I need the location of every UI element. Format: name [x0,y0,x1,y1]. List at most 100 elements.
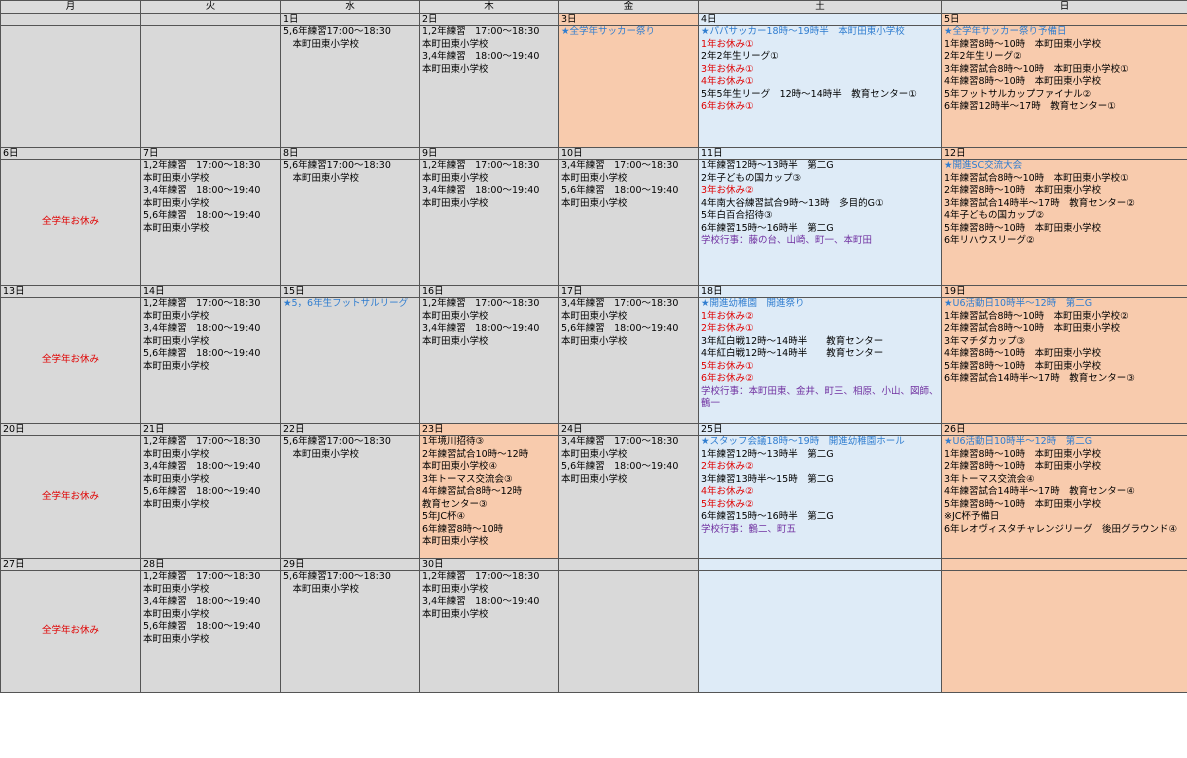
day-number: 26日 [941,423,1187,436]
event-line: 3,4年練習 18:00～19:40 [143,185,261,196]
event-line: 3年トーマス交流会③ [422,473,513,485]
event-line: 2年練習試合8時～10時 本町田東小学校 [944,323,1121,334]
day-cell: ★パパサッカー18時～19時半 本町田東小学校 1年お休み① 2年2年生リーグ① 3年… [698,25,942,148]
event-line: 学校行事：藤の台、山崎、町一、本町田 [701,235,873,246]
event-line: 5,6年練習 18:00～19:40 [143,621,261,632]
event-line: 4年子どもの国カップ② [944,210,1045,221]
event-line: 5,6年練習17:00～18:30 [283,571,391,583]
event-line: 本町田東小学校 [422,172,489,184]
event-line: 本町田東小学校 [143,360,210,372]
day-number [140,13,281,26]
event-line: 3年練習試合8時～10時 本町田東小学校① [944,63,1129,75]
day-number [698,558,942,571]
event-line: 本町田東小学校 [561,448,628,460]
event-line: 4年お休み② [701,486,754,497]
weekday-header-wed: 水 [280,0,420,14]
calendar-table: 月 火 水 木 金 土 日 1日 2日 3日 4日 5日 5,6年練習17:00～18:3… [0,0,1187,693]
event-line: 3年マチダカップ③ [944,335,1026,347]
day-cell [0,25,141,148]
day-number: 30日 [419,558,559,571]
event-line: 4年南大谷練習試合9時～13時 多目的G① [701,197,884,209]
event-line: 1,2年練習 17:00～18:30 [143,571,261,583]
event-line: 6年練習試合14時半～17時 教育センター③ [944,373,1135,384]
event-line: 本町田東小学校 [283,448,360,460]
weekday-header-row: 月 火 水 木 金 土 日 [0,0,1187,14]
event-line: ★開進SC交流大会 [944,160,1023,172]
event-line: 3,4年練習 17:00～18:30 [561,160,679,172]
event-line: 3年トーマス交流会④ [944,473,1035,485]
event-line: 6年練習8時～10時 [422,523,504,535]
event-line: 5,6年練習 18:00～19:40 [143,210,261,221]
day-number: 17日 [558,285,699,298]
event-line: 教育センター③ [422,498,488,510]
event-line: 2年練習8時～10時 本町田東小学校 [944,185,1102,196]
day-cell: 1,2年練習 17:00～18:30 本町田東小学校 3,4年練習 18:00～19… [140,570,281,693]
day-cell: 1年練習12時～13時半 第二G 2年子どもの国カップ③ 3年お休み② 4年南大谷練習… [698,159,942,286]
weekday-header-sat: 土 [698,0,942,14]
calendar-body: 1日 2日 3日 4日 5日 5,6年練習17:00～18:30 本町田東小学校 1,2年練… [0,13,1187,693]
day-cell: 全学年お休み [0,570,141,693]
event-line: 3年紅白戦12時～14時半 教育センター [701,335,884,347]
event-line: 本町田東小学校 [143,583,210,595]
day-cell [140,25,281,148]
event-line: 5年白百合招待③ [701,210,773,221]
event-line: 1年練習8時～10時 本町田東小学校 [944,38,1102,50]
event-line: 5年お休み① [701,360,754,372]
event-line: 1,2年練習 17:00～18:30 [143,436,261,448]
event-line: 4年お休み① [701,76,754,87]
day-cell: ★U6活動日10時半～12時 第二G 1年練習試合8時～10時 本町田東小学校② 2… [941,297,1187,424]
day-number [0,13,141,26]
event-line: 5,6年練習17:00～18:30 [283,26,391,38]
day-number: 14日 [140,285,281,298]
day-number: 27日 [0,558,141,571]
event-line: 2年練習8時～10時 本町田東小学校 [944,461,1102,472]
event-line: 1年練習12時～13時半 第二G [701,448,834,460]
day-cell: 3,4年練習 17:00～18:30 本町田東小学校 5,6年練習 18:00～19… [558,297,699,424]
event-line: 2年お休み① [701,323,754,334]
weekday-header-mon: 月 [0,0,141,14]
day-number: 22日 [280,423,420,436]
event-line: 5年JC杯④ [422,511,465,522]
event-line: 1年境川招待③ [422,436,485,448]
event-line: 1年練習試合8時～10時 本町田東小学校① [944,172,1129,184]
event-line: 本町田東小学校 [561,473,628,485]
event-line: 4年紅白戦12時～14時半 教育センター [701,348,884,359]
event-line: 1年練習12時～13時半 第二G [701,160,834,172]
event-line: 1,2年練習 17:00～18:30 [422,160,540,172]
event-line: 4年練習試合8時～12時 [422,486,523,497]
day-cell [941,570,1187,693]
event-line: ★スタッフ会議18時～19時 開進幼稚園ホール [701,436,905,448]
day-cell: 全学年お休み [0,435,141,559]
day-cell: 全学年お休み [0,159,141,286]
day-cell: ★5，6年生フットサルリーグ [280,297,420,424]
day-number: 7日 [140,147,281,160]
date-label-row: 27日 28日 29日 30日 [0,558,1187,571]
event-line: 3,4年練習 18:00～19:40 [422,323,540,334]
event-line: 3,4年練習 18:00～19:40 [143,461,261,472]
event-line: 6年お休み① [701,101,754,112]
event-line: 本町田東小学校 [143,498,210,510]
day-cell [698,570,942,693]
all-grades-off-label: 全学年お休み [41,490,99,502]
event-line: ★開進幼稚園 開進祭り [701,298,805,310]
event-line: 本町田東小学校 [561,335,628,347]
day-number: 5日 [941,13,1187,26]
day-cell: 1,2年練習 17:00～18:30 本町田東小学校 3,4年練習 18:00～19… [140,159,281,286]
day-cell: ★スタッフ会議18時～19時 開進幼稚園ホール 1年練習12時～13時半 第二G 2… [698,435,942,559]
event-line: 5,6年練習 18:00～19:40 [561,461,679,472]
event-line: 学校行事：鶴二、町五 [701,523,797,535]
event-line: 1年お休み① [701,38,754,50]
event-line: 本町田東小学校④ [422,461,498,472]
event-line: ★全学年サッカー祭り予備日 [944,26,1067,38]
day-cell: 1,2年練習 17:00～18:30 本町田東小学校 3,4年練習 18:00～19… [419,25,559,148]
day-number: 15日 [280,285,420,298]
event-line: 5,6年練習 18:00～19:40 [561,185,679,196]
day-cell: ★全学年サッカー祭り予備日 1年練習8時～10時 本町田東小学校 2年2年生リーグ②… [941,25,1187,148]
event-line: 本町田東小学校 [422,310,489,322]
event-line: 3,4年練習 17:00～18:30 [561,298,679,310]
event-line: 6年お休み② [701,373,754,384]
event-line: 学校行事：本町田東、金井、町三、相原、小山、図師、鶴一 [701,385,939,410]
event-line: ★全学年サッカー祭り [561,26,656,38]
event-line: 本町田東小学校 [422,335,489,347]
event-line: 本町田東小学校 [283,583,360,595]
